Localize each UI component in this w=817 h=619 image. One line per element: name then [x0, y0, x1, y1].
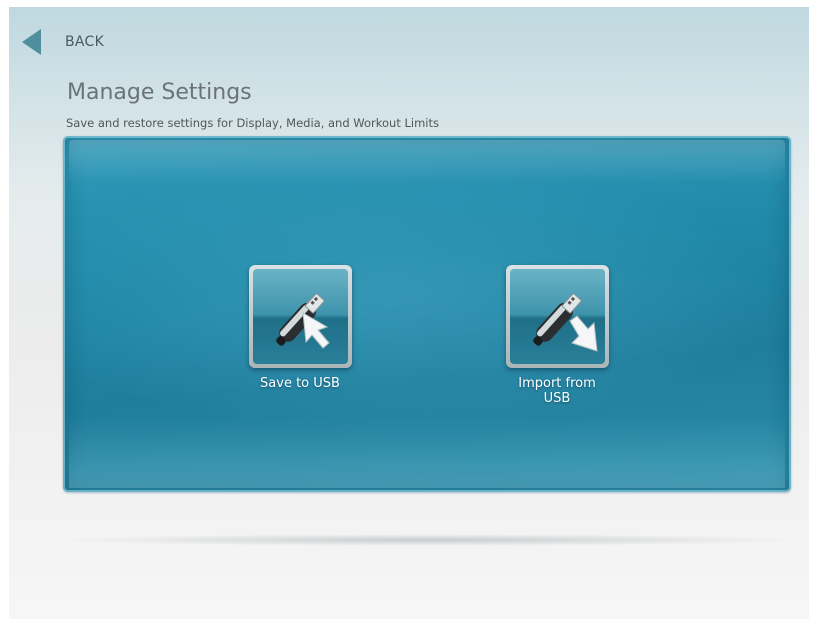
back-label: BACK: [65, 34, 105, 50]
panel-shadow: [59, 534, 799, 546]
usb-save-icon: [252, 269, 348, 364]
back-button[interactable]: BACK: [9, 25, 104, 59]
import-tile[interactable]: [505, 265, 609, 368]
save-tile[interactable]: [248, 265, 352, 368]
import-label: Import from USB: [518, 376, 596, 406]
back-arrow-icon: [22, 29, 41, 55]
settings-screen: BACK Manage Settings Save and restore se…: [9, 7, 809, 619]
usb-import-icon: [509, 269, 605, 364]
import-from-usb-button[interactable]: Import from USB: [497, 265, 617, 406]
settings-panel: [63, 136, 791, 492]
page-subtitle: Save and restore settings for Display, M…: [66, 116, 439, 130]
save-to-usb-button[interactable]: Save to USB: [240, 265, 360, 391]
page-title: Manage Settings: [67, 80, 252, 105]
save-label: Save to USB: [260, 376, 340, 391]
